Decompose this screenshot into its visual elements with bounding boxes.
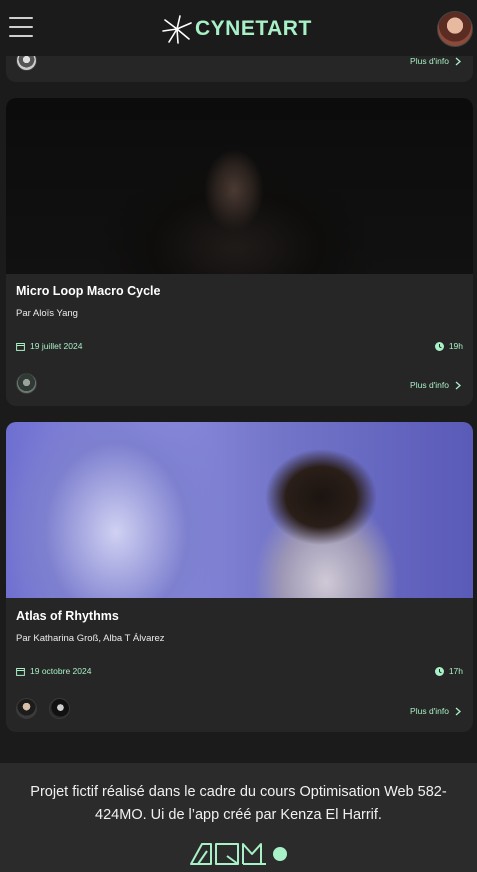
event-image	[6, 98, 473, 274]
event-artists: Par Aloïs Yang	[16, 308, 78, 319]
event-time: 19h	[434, 341, 463, 351]
brand-logo[interactable]: CYNETART	[162, 14, 312, 44]
calendar-icon	[16, 342, 25, 351]
event-date-label: 19 octobre 2024	[30, 666, 92, 676]
chevron-right-icon	[455, 707, 461, 715]
clock-icon	[434, 341, 444, 351]
event-time: 17h	[434, 666, 463, 676]
event-title: Atlas of Rhythms	[16, 609, 119, 623]
more-info-link[interactable]: Plus d'info	[410, 380, 461, 390]
more-info-link[interactable]: Plus d'info	[410, 56, 461, 66]
artist-avatar[interactable]	[49, 698, 70, 719]
event-time-label: 19h	[448, 341, 463, 351]
more-info-link[interactable]: Plus d'info	[410, 706, 461, 716]
more-info-label: Plus d'info	[410, 56, 449, 66]
clock-icon	[434, 666, 444, 676]
user-avatar[interactable]	[437, 11, 473, 47]
brand-name: CYNETART	[195, 17, 312, 40]
more-info-label: Plus d'info	[410, 706, 449, 716]
starburst-logo-icon	[162, 15, 192, 44]
artist-avatar[interactable]	[16, 698, 37, 719]
hamburger-menu-icon[interactable]	[9, 17, 33, 37]
event-artists: Par Katharina Groß, Alba T Álvarez	[16, 633, 165, 644]
chevron-right-icon	[455, 57, 461, 65]
school-logo-icon	[190, 843, 287, 865]
event-time-label: 17h	[448, 666, 463, 676]
event-title: Micro Loop Macro Cycle	[16, 284, 161, 298]
event-date: 19 juillet 2024	[16, 341, 82, 351]
calendar-icon	[16, 667, 25, 676]
event-image	[6, 422, 473, 598]
chevron-right-icon	[455, 381, 461, 389]
app-header: CYNETART	[0, 0, 477, 56]
page-footer: Projet fictif réalisé dans le cadre du c…	[0, 763, 477, 872]
event-card[interactable]: Micro Loop Macro Cycle Par Aloïs Yang 19…	[6, 98, 473, 406]
event-card[interactable]: Atlas of Rhythms Par Katharina Groß, Alb…	[6, 422, 473, 732]
event-date-label: 19 juillet 2024	[30, 341, 83, 351]
artist-avatar[interactable]	[16, 373, 37, 394]
more-info-label: Plus d'info	[410, 380, 449, 390]
footer-credits: Projet fictif réalisé dans le cadre du c…	[30, 784, 447, 823]
event-date: 19 octobre 2024	[16, 666, 91, 676]
